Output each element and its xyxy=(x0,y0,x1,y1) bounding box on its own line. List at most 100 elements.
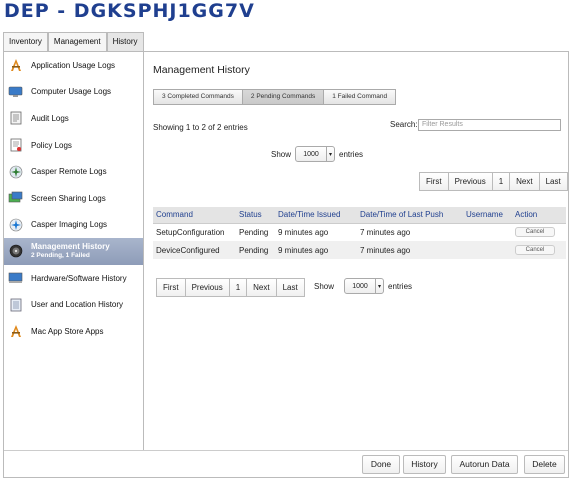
policy-icon xyxy=(8,138,23,153)
pager-first-button[interactable]: First xyxy=(419,172,449,191)
cell-username xyxy=(463,223,512,241)
sidebar-item-management-history[interactable]: Management History 2 Pending, 1 Failed xyxy=(4,238,143,265)
sidebar-item-label: Application Usage Logs xyxy=(31,60,116,70)
cell-username xyxy=(463,241,512,259)
sidebar-item-label: Audit Logs xyxy=(31,113,69,123)
tab-history[interactable]: History xyxy=(106,32,144,51)
segment-pending-commands[interactable]: 2 Pending Commands xyxy=(241,89,325,105)
sidebar: Application Usage Logs Computer Usage Lo… xyxy=(4,52,144,450)
sidebar-item-screen-sharing-logs[interactable]: Screen Sharing Logs xyxy=(4,185,143,212)
sidebar-item-sublabel: 2 Pending, 1 Failed xyxy=(31,252,90,260)
cell-issued: 9 minutes ago xyxy=(275,241,357,259)
command-filter-segments: 3 Completed Commands 2 Pending Commands … xyxy=(153,89,397,105)
screen-sharing-icon xyxy=(8,191,23,206)
section-title: Management History xyxy=(153,64,250,76)
pager-last-button[interactable]: Last xyxy=(538,172,568,191)
sidebar-item-label: Management History xyxy=(31,242,110,252)
management-history-icon xyxy=(8,244,23,259)
footer-bar: Done History Autorun Data Delete xyxy=(4,450,568,477)
page-size-value: 1000 xyxy=(303,150,319,158)
content-panel: Management History 3 Completed Commands … xyxy=(153,52,568,450)
sidebar-item-casper-remote-logs[interactable]: Casper Remote Logs xyxy=(4,158,143,185)
show-label: Show xyxy=(271,149,292,159)
casper-imaging-icon xyxy=(8,217,23,232)
history-button[interactable]: History xyxy=(403,455,446,474)
pager-next-button[interactable]: Next xyxy=(509,172,540,191)
main-frame: Application Usage Logs Computer Usage Lo… xyxy=(3,51,569,478)
sidebar-item-label: Casper Remote Logs xyxy=(31,167,107,177)
page-title: DEP - DGKSPHJ1GG7V xyxy=(4,0,255,22)
sidebar-item-mac-app-store-apps[interactable]: Mac App Store Apps xyxy=(4,318,143,345)
commands-table: Command Status Date/Time Issued Date/Tim… xyxy=(153,207,566,259)
app-usage-icon xyxy=(8,58,23,73)
column-header[interactable]: Command xyxy=(153,207,236,224)
column-header[interactable]: Date/Time Issued xyxy=(275,207,357,224)
pagination-bottom: First Previous 1 Next Last xyxy=(156,278,305,297)
sidebar-item-audit-logs[interactable]: Audit Logs xyxy=(4,105,143,132)
table-row: SetupConfiguration Pending 9 minutes ago… xyxy=(153,223,566,241)
column-header[interactable]: Date/Time of Last Push xyxy=(357,207,463,224)
cell-status: Pending xyxy=(236,223,275,241)
sidebar-item-label: Mac App Store Apps xyxy=(31,326,104,336)
done-button[interactable]: Done xyxy=(362,455,400,474)
column-header[interactable]: Status xyxy=(236,207,275,224)
computer-icon xyxy=(8,84,23,99)
autorun-data-button[interactable]: Autorun Data xyxy=(451,455,518,474)
search-input[interactable]: Filter Results xyxy=(418,119,561,131)
delete-button[interactable]: Delete xyxy=(524,455,565,474)
pager-next-button[interactable]: Next xyxy=(246,278,277,297)
cell-issued: 9 minutes ago xyxy=(275,223,357,241)
segment-completed-commands[interactable]: 3 Completed Commands xyxy=(153,89,243,105)
sidebar-item-label: Casper Imaging Logs xyxy=(31,220,108,230)
cancel-button[interactable]: Cancel xyxy=(515,227,555,238)
pagination-top: First Previous 1 Next Last xyxy=(419,172,568,191)
column-header[interactable]: Username xyxy=(463,207,512,224)
sidebar-item-application-usage-logs[interactable]: Application Usage Logs xyxy=(4,52,143,79)
app-store-icon xyxy=(8,324,23,339)
cell-command: SetupConfiguration xyxy=(153,223,236,241)
page-size-top: Show 1000 ▾ entries xyxy=(271,146,363,162)
sidebar-item-casper-imaging-logs[interactable]: Casper Imaging Logs xyxy=(4,212,143,239)
pager-last-button[interactable]: Last xyxy=(275,278,305,297)
sidebar-item-computer-usage-logs[interactable]: Computer Usage Logs xyxy=(4,79,143,106)
page-size-bottom: Show 1000 ▾ entries xyxy=(314,278,412,294)
page-size-select[interactable]: 1000 ▾ xyxy=(344,278,385,294)
column-header: Action xyxy=(512,207,566,224)
chevron-down-icon: ▾ xyxy=(326,147,334,161)
sidebar-item-user-location-history[interactable]: User and Location History xyxy=(4,291,143,318)
segment-failed-commands[interactable]: 1 Failed Command xyxy=(323,89,397,105)
table-row: DeviceConfigured Pending 9 minutes ago 7… xyxy=(153,241,566,259)
sidebar-item-label: Screen Sharing Logs xyxy=(31,193,106,203)
sidebar-item-label: Computer Usage Logs xyxy=(31,87,112,97)
sidebar-item-label: User and Location History xyxy=(31,300,124,310)
sidebar-item-label: Hardware/Software History xyxy=(31,273,127,283)
hardware-icon xyxy=(8,271,23,286)
pager-page-button[interactable]: 1 xyxy=(228,278,248,297)
cancel-button[interactable]: Cancel xyxy=(515,245,555,255)
tab-bar: Inventory Management History xyxy=(3,32,144,51)
cell-status: Pending xyxy=(236,241,275,259)
user-location-icon xyxy=(8,297,23,312)
entries-label: entries xyxy=(388,281,413,291)
pager-previous-button[interactable]: Previous xyxy=(184,278,230,297)
search-label: Search: xyxy=(390,120,418,129)
pager-first-button[interactable]: First xyxy=(156,278,186,297)
sidebar-item-hardware-software-history[interactable]: Hardware/Software History xyxy=(4,265,143,292)
cell-action: Cancel xyxy=(512,223,566,241)
page-size-select[interactable]: 1000 ▾ xyxy=(295,146,336,162)
pager-previous-button[interactable]: Previous xyxy=(447,172,493,191)
cell-command: DeviceConfigured xyxy=(153,241,236,259)
sidebar-item-policy-logs[interactable]: Policy Logs xyxy=(4,132,143,159)
show-label: Show xyxy=(314,281,335,291)
tab-inventory[interactable]: Inventory xyxy=(3,32,48,51)
cell-last-push: 7 minutes ago xyxy=(357,223,463,241)
entries-label: entries xyxy=(339,149,364,159)
entries-info: Showing 1 to 2 of 2 entries xyxy=(153,123,248,132)
cell-last-push: 7 minutes ago xyxy=(357,241,463,259)
tab-management[interactable]: Management xyxy=(47,32,107,51)
table-header-row: Command Status Date/Time Issued Date/Tim… xyxy=(153,207,566,224)
page-size-value: 1000 xyxy=(352,282,368,290)
casper-remote-icon xyxy=(8,164,23,179)
pager-page-button[interactable]: 1 xyxy=(491,172,511,191)
audit-icon xyxy=(8,111,23,126)
